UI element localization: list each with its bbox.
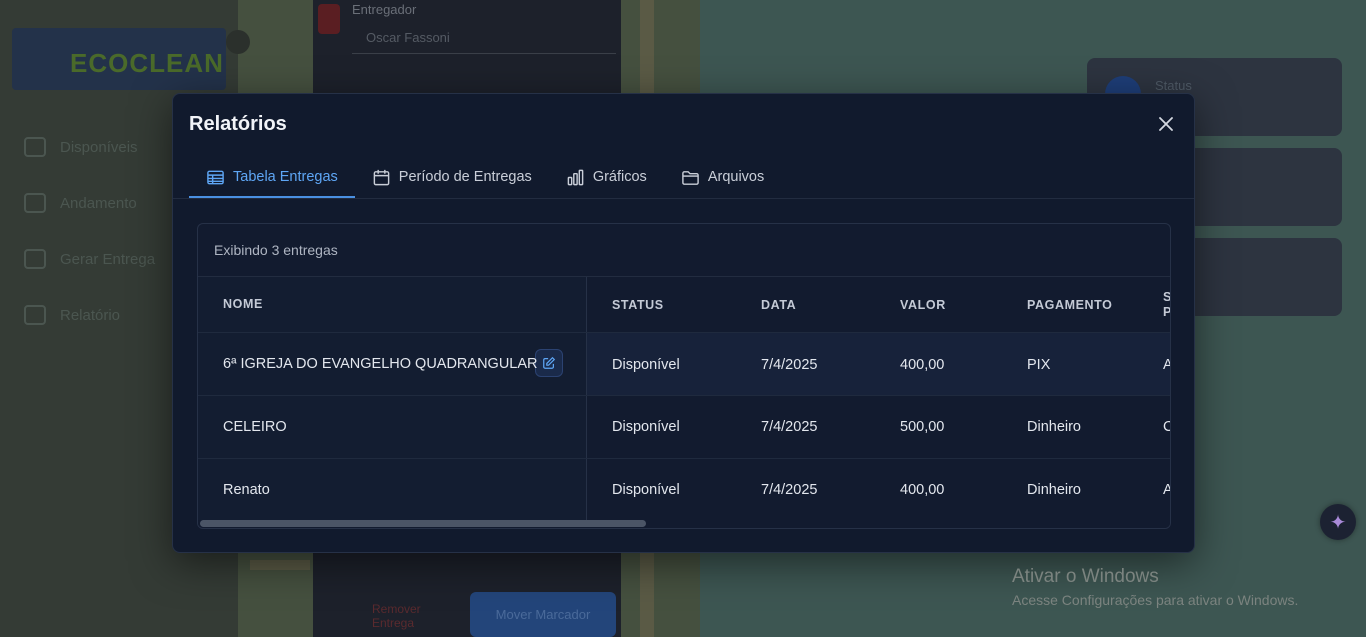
cell-valor: 400,00 <box>900 482 945 498</box>
cell-status: Disponível <box>612 482 680 498</box>
edit-button[interactable] <box>535 349 563 377</box>
cell-data: 7/4/2025 <box>761 482 818 498</box>
cell-pagamento: Dinheiro <box>1027 482 1081 498</box>
driver-select[interactable]: Oscar Fassoni <box>352 24 616 54</box>
column-header-valor[interactable]: VALOR <box>900 298 946 312</box>
sidebar-item-disponiveis[interactable]: Disponíveis <box>24 137 138 157</box>
column-header-status[interactable]: STATUS <box>612 298 664 312</box>
results-count: Exibindo 3 entregas <box>214 242 338 258</box>
tab-label: Gráficos <box>592 169 647 185</box>
activation-title: Ativar o Windows <box>1012 566 1159 587</box>
column-header-data[interactable]: DATA <box>761 298 796 312</box>
tab-label: Período de Entregas <box>398 169 532 185</box>
edit-icon <box>543 356 556 369</box>
tab-bar: Tabela Entregas Período de Entregas Gráf… <box>189 156 781 198</box>
tab-arquivos[interactable]: Arquivos <box>664 156 781 198</box>
cell-truncated: C <box>1163 419 1170 435</box>
tab-divider <box>173 198 1194 199</box>
tab-tabela-entregas[interactable]: Tabela Entregas <box>189 156 355 198</box>
cell-truncated: A <box>1163 357 1170 373</box>
sidebar-item-gerar-entrega[interactable]: Gerar Entrega <box>24 249 155 269</box>
move-marker-button[interactable]: Mover Marcador <box>470 592 616 637</box>
column-header-pagamento[interactable]: PAGAMENTO <box>1027 298 1113 312</box>
sidebar-collapse-button[interactable] <box>226 30 250 54</box>
panel-label: Entregador <box>352 2 417 17</box>
table-row[interactable]: 6ª IGREJA DO EVANGELHO QUADRANGULAR Disp… <box>198 332 1170 395</box>
file-icon <box>24 305 46 325</box>
bar-chart-icon <box>567 169 584 185</box>
reports-modal: Relatórios Tabela Entregas Período de En… <box>172 93 1195 553</box>
panel-red-marker <box>318 4 340 34</box>
tab-label: Arquivos <box>707 169 765 185</box>
calendar-icon <box>373 169 390 185</box>
cell-data: 7/4/2025 <box>761 419 818 435</box>
sidebar-item-andamento[interactable]: Andamento <box>24 193 137 213</box>
sidebar-item-relatorio[interactable]: Relatório <box>24 305 120 325</box>
scrollbar-thumb[interactable] <box>200 520 646 527</box>
box-icon <box>24 137 46 157</box>
cell-pagamento: Dinheiro <box>1027 419 1081 435</box>
horizontal-scrollbar[interactable] <box>198 520 1170 528</box>
tab-periodo-de-entregas[interactable]: Período de Entregas <box>355 156 549 198</box>
table-row[interactable]: CELEIRO Disponível 7/4/2025 500,00 Dinhe… <box>198 395 1170 458</box>
sparkle-icon[interactable]: ✦ <box>1320 504 1356 540</box>
table-row[interactable]: Renato Disponível 7/4/2025 400,00 Dinhei… <box>198 458 1170 521</box>
remove-delivery-button[interactable]: Remover Entrega <box>322 598 462 637</box>
table-icon <box>207 170 224 184</box>
map-road <box>250 560 310 570</box>
cell-nome: Renato <box>223 482 270 498</box>
cell-valor: 400,00 <box>900 357 945 373</box>
cell-pagamento: PIX <box>1027 357 1051 373</box>
column-header-nome[interactable]: NOME <box>223 297 263 311</box>
folder-icon <box>682 170 699 185</box>
table-grid: NOME STATUS DATA VALOR PAGAMENTO S P 6ª <box>198 277 1170 521</box>
cell-valor: 500,00 <box>900 419 945 435</box>
status-card-title: Status <box>1155 78 1192 93</box>
cell-status: Disponível <box>612 419 680 435</box>
activation-subtitle: Acesse Configurações para ativar o Windo… <box>1012 592 1299 608</box>
tab-label: Tabela Entregas <box>233 169 338 185</box>
cell-nome: 6ª IGREJA DO EVANGELHO QUADRANGULAR <box>223 356 538 372</box>
clock-icon <box>24 193 46 213</box>
close-icon[interactable] <box>1156 114 1176 134</box>
deliveries-table: Exibindo 3 entregas NOME STATUS DATA VAL… <box>197 223 1171 529</box>
cell-truncated: A <box>1163 482 1170 498</box>
truck-icon <box>24 249 46 269</box>
cell-status: Disponível <box>612 357 680 373</box>
cell-nome: CELEIRO <box>223 419 287 435</box>
logo-text: ECOCLEAN <box>70 48 224 78</box>
table-header-row: NOME STATUS DATA VALOR PAGAMENTO S P <box>198 277 1170 332</box>
tab-graficos[interactable]: Gráficos <box>549 156 664 198</box>
column-header-truncated[interactable]: S P <box>1163 290 1170 320</box>
cell-data: 7/4/2025 <box>761 357 818 373</box>
modal-title: Relatórios <box>189 113 287 135</box>
windows-activation-watermark: Ativar o Windows Acesse Configurações pa… <box>1012 566 1298 608</box>
